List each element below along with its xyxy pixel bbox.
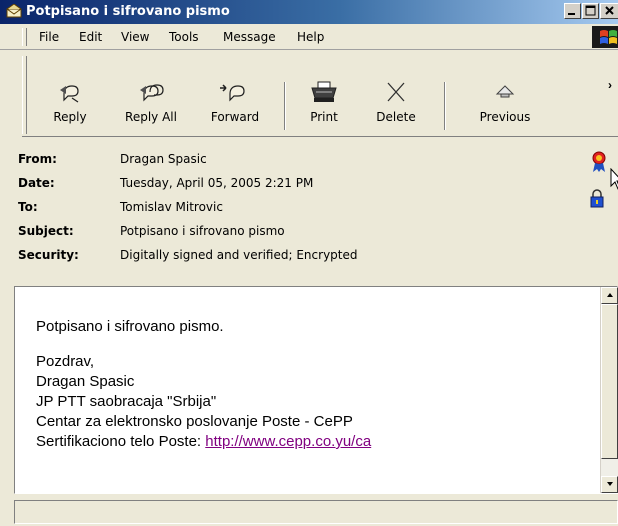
delete-label: Delete [376, 110, 416, 124]
toolbar-overflow-chevron-icon[interactable]: › [608, 78, 612, 92]
envelope-icon [6, 3, 22, 21]
menu-file[interactable]: File [36, 29, 62, 45]
body-line-prefix: Sertifikaciono telo Poste: [36, 433, 206, 450]
scroll-thumb[interactable] [601, 304, 618, 459]
certification-link[interactable]: http://www.cepp.co.yu/ca [205, 433, 371, 450]
delete-button[interactable]: Delete [366, 80, 426, 136]
print-label: Print [310, 110, 338, 124]
body-line: Dragan Spasic [36, 373, 135, 390]
reply-all-icon [114, 80, 188, 106]
subject-label: Subject: [18, 224, 74, 238]
menu-help[interactable]: Help [294, 29, 327, 45]
security-label: Security: [18, 248, 79, 262]
to-label: To: [18, 200, 38, 214]
up-arrow-icon [607, 293, 613, 297]
menu-message[interactable]: Message [220, 29, 279, 45]
message-window: Potpisano i sifrovano pismo File Edit Vi… [0, 0, 618, 526]
menu-grip[interactable] [22, 28, 27, 46]
previous-icon [470, 80, 540, 106]
print-button[interactable]: Print [296, 80, 352, 136]
body-spacer [36, 337, 596, 352]
title-bar[interactable]: Potpisano i sifrovano pismo [0, 0, 618, 24]
menu-bar: File Edit View Tools Message Help [0, 24, 618, 50]
forward-icon [202, 80, 268, 106]
status-pane [14, 500, 618, 524]
down-arrow-icon [607, 482, 613, 486]
maximize-button[interactable] [582, 3, 599, 19]
previous-label: Previous [479, 110, 531, 124]
message-text: Potpisano i sifrovano pismo. Pozdrav, Dr… [36, 317, 596, 452]
body-line: JP PTT saobracaja "Srbija" [36, 393, 217, 410]
menu-edit[interactable]: Edit [76, 29, 105, 45]
minimize-button[interactable] [564, 3, 581, 19]
reply-label: Reply [53, 110, 87, 124]
scroll-down-button[interactable] [601, 476, 618, 493]
scroll-up-button[interactable] [601, 287, 618, 304]
body-line: Centar za elektronsko poslovanje Poste -… [36, 413, 353, 430]
toolbar-grip[interactable] [22, 56, 27, 134]
from-value: Dragan Spasic [120, 152, 207, 166]
date-label: Date: [18, 176, 55, 190]
toolbar-separator [284, 82, 286, 130]
toolbar: Reply Reply All Forward Print Delete Pre… [0, 50, 618, 142]
menu-view[interactable]: View [118, 29, 152, 45]
forward-button[interactable]: Forward [202, 80, 268, 136]
security-value: Digitally signed and verified; Encrypted [120, 248, 358, 262]
previous-button[interactable]: Previous [470, 80, 540, 136]
encryption-lock-icon[interactable] [590, 188, 604, 211]
message-header: From: Dragan Spasic Date: Tuesday, April… [18, 148, 618, 280]
mouse-cursor-icon [610, 167, 618, 195]
forward-label: Forward [210, 110, 260, 124]
delete-icon [366, 80, 426, 106]
reply-all-label: Reply All [125, 110, 177, 124]
window-title: Potpisano i sifrovano pismo [26, 4, 230, 19]
reply-all-button[interactable]: Reply All [114, 80, 188, 136]
date-value: Tuesday, April 05, 2005 2:21 PM [120, 176, 314, 190]
close-button[interactable] [600, 3, 618, 19]
message-body[interactable]: Potpisano i sifrovano pismo. Pozdrav, Dr… [14, 286, 618, 494]
windows-logo-icon [592, 26, 618, 48]
status-bar [14, 498, 618, 526]
body-line-with-link: Sertifikaciono telo Poste: http://www.ce… [36, 432, 596, 452]
to-value: Tomislav Mitrovic [120, 200, 223, 214]
body-line: Potpisano i sifrovano pismo. [36, 318, 224, 335]
reply-button[interactable]: Reply [40, 80, 100, 136]
vertical-scrollbar[interactable] [600, 287, 618, 493]
menu-tools[interactable]: Tools [166, 29, 202, 45]
print-icon [296, 80, 352, 106]
reply-icon [40, 80, 100, 106]
toolbar-separator [444, 82, 446, 130]
subject-value: Potpisano i sifrovano pismo [120, 224, 285, 238]
from-label: From: [18, 152, 57, 166]
digital-signature-ribbon-icon[interactable] [590, 150, 608, 177]
body-line: Pozdrav, [36, 353, 95, 370]
